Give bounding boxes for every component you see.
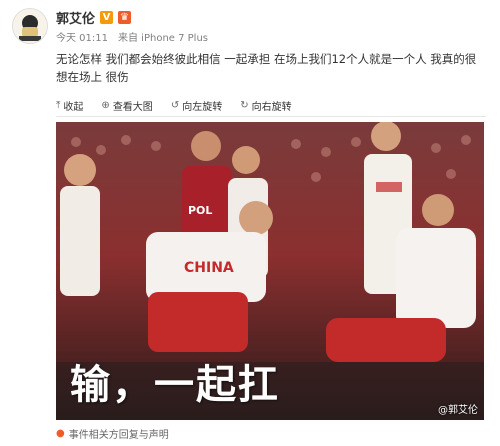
- rotate-left-button[interactable]: ↺ 向左旋转: [171, 98, 222, 113]
- avatar[interactable]: [12, 8, 48, 44]
- post-time[interactable]: 今天 01:11: [56, 29, 108, 44]
- username[interactable]: 郭艾伦: [56, 8, 95, 27]
- jersey-china-text: CHINA: [184, 260, 234, 276]
- rotate-left-label: 向左旋转: [182, 101, 223, 113]
- photo-caption: 输，一起扛: [70, 362, 280, 408]
- post-photo[interactable]: POL CHINA 输，一起扛 @郭艾伦: [56, 122, 484, 420]
- verified-badge-icon: V: [100, 11, 114, 24]
- collapse-icon: ⤒: [56, 99, 61, 111]
- avatar-illustration: [13, 9, 47, 43]
- rotate-left-icon: ↺: [170, 99, 180, 111]
- user-header: 郭艾伦 V ♛: [56, 8, 132, 27]
- zoom-icon: ⊕: [101, 99, 110, 111]
- collapse-label: 收起: [63, 101, 84, 113]
- post-source: 来自 iPhone 7 Plus: [118, 33, 209, 44]
- alert-icon: ●: [56, 428, 65, 439]
- rotate-right-button[interactable]: ↻ 向右旋转: [240, 98, 291, 113]
- collapse-button[interactable]: ⤒ 收起: [56, 98, 83, 113]
- rotate-right-label: 向右旋转: [251, 101, 292, 113]
- view-large-label: 查看大图: [112, 101, 153, 113]
- jersey-pol-text: POL: [188, 204, 212, 217]
- post-meta: 今天 01:11 来自 iPhone 7 Plus: [56, 29, 208, 44]
- toolbar-divider: [56, 116, 486, 117]
- image-toolbar: ⤒ 收起 ⊕ 查看大图 ↺ 向左旋转 ↻ 向右旋转: [56, 94, 486, 116]
- report-label: 事件相关方回复与声明: [68, 430, 169, 441]
- rotate-right-icon: ↻: [240, 99, 249, 111]
- report-link[interactable]: ● 事件相关方回复与声明: [56, 426, 169, 441]
- post-text: 无论怎样 我们都会始终彼此相信 一起承担 在场上我们12个人就是一个人 我真的很…: [56, 52, 477, 84]
- photo-watermark: @郭艾伦: [438, 405, 478, 416]
- vip-badge-icon[interactable]: ♛: [118, 11, 132, 24]
- view-large-button[interactable]: ⊕ 查看大图: [101, 98, 152, 113]
